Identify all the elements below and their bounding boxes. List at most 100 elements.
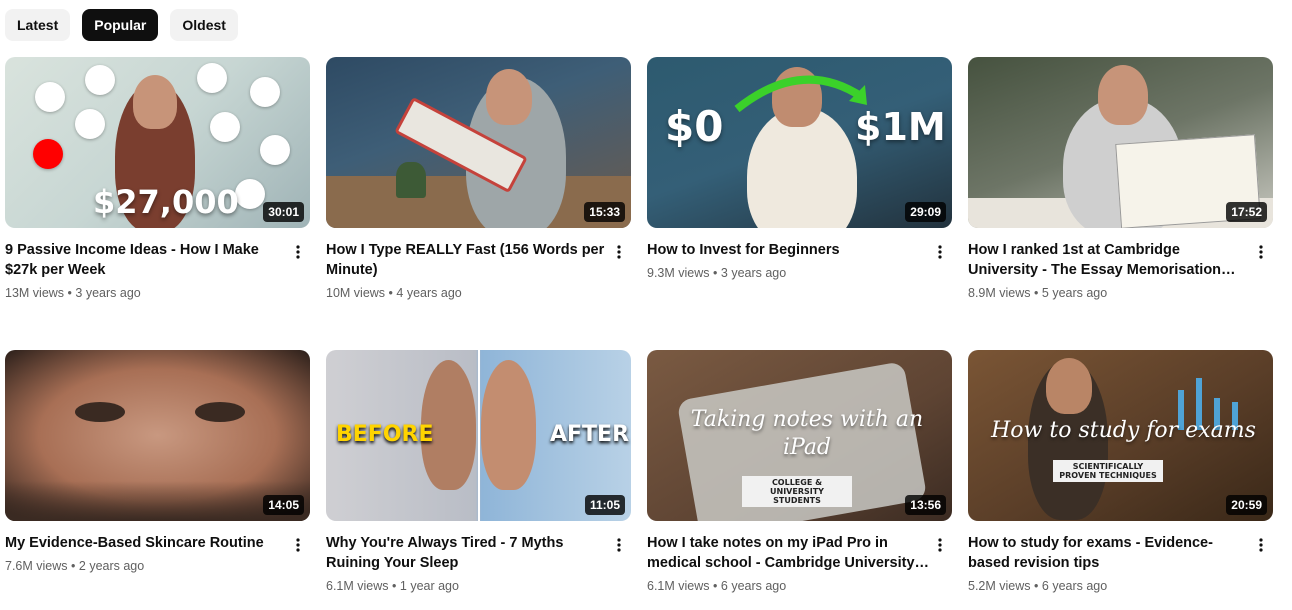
eye-image [195,402,245,422]
video-title[interactable]: 9 Passive Income Ideas - How I Make $27k… [5,240,290,280]
separator-dot: • [67,286,72,300]
separator-dot: • [713,266,718,280]
chip-oldest[interactable]: Oldest [170,9,238,41]
chip-popular[interactable]: Popular [82,9,159,41]
vertical-dots-icon [296,538,300,552]
vertical-dots-icon [1259,245,1263,259]
duration-badge: 14:05 [263,495,304,515]
upload-age: 3 years ago [75,286,141,300]
app-icon [35,82,65,112]
upload-age: 6 years ago [1041,579,1108,593]
video-card: 15:33 How I Type REALLY Fast (156 Words … [326,57,631,302]
vertical-dots-icon [938,245,942,259]
upload-age: 1 year ago [399,579,459,593]
video-card: $0 $1M 29:09 How to Invest for Beginners… [647,57,952,302]
video-card: BEFORE AFTER 11:05 Why You're Always Tir… [326,350,631,595]
person-face [1046,358,1092,414]
person-face [481,360,536,490]
split-divider [478,350,480,521]
video-thumbnail[interactable]: 15:33 [326,57,631,228]
video-stats: 10M views • 4 years ago [326,284,611,302]
video-thumbnail[interactable]: $0 $1M 29:09 [647,57,952,228]
duration-badge: 20:59 [1226,495,1267,515]
separator-dot: • [1034,579,1039,593]
video-title[interactable]: Why You're Always Tired - 7 Myths Ruinin… [326,533,611,573]
vertical-dots-icon [1259,538,1263,552]
video-thumbnail[interactable]: BEFORE AFTER 11:05 [326,350,631,521]
video-stats: 6.1M views • 6 years ago [647,577,932,595]
app-icon [85,65,115,95]
more-actions-button[interactable] [1249,240,1273,264]
video-card: Taking notes with an iPad COLLEGE & UNIV… [647,350,952,595]
vertical-dots-icon [296,245,300,259]
video-card: How to study for exams SCIENTIFICALLY PR… [968,350,1273,595]
view-count: 9.3M views [647,266,710,280]
duration-badge: 13:56 [905,495,946,515]
video-stats: 6.1M views • 1 year ago [326,577,611,595]
video-thumbnail[interactable]: Taking notes with an iPad COLLEGE & UNIV… [647,350,952,521]
upload-age: 5 years ago [1041,286,1108,300]
view-count: 13M views [5,286,65,300]
more-actions-button[interactable] [607,240,631,264]
thumbnail-text: $1M [855,105,946,149]
video-thumbnail[interactable]: $27,000 30:01 [5,57,310,228]
app-icon [75,109,105,139]
person-face [486,69,532,125]
duration-badge: 11:05 [584,495,625,515]
video-card: 17:52 How I ranked 1st at Cambridge Univ… [968,57,1273,302]
thumbnail-text: $0 [665,102,724,151]
vertical-dots-icon [617,245,621,259]
app-icon [197,63,227,93]
thumbnail-text: $27,000 [93,183,239,221]
upload-age: 4 years ago [396,286,462,300]
separator-dot: • [388,286,393,300]
video-title[interactable]: How I take notes on my iPad Pro in medic… [647,533,932,573]
person-face [133,75,177,129]
upload-age: 6 years ago [720,579,787,593]
view-count: 6.1M views [326,579,389,593]
video-title[interactable]: How I ranked 1st at Cambridge University… [968,240,1253,280]
duration-badge: 30:01 [263,202,304,222]
thumbnail-tag: SCIENTIFICALLY PROVEN TECHNIQUES [1053,460,1163,482]
vertical-dots-icon [617,538,621,552]
duration-badge: 29:09 [905,202,946,222]
view-count: 7.6M views [5,559,68,573]
more-actions-button[interactable] [607,533,631,557]
view-count: 8.9M views [968,286,1031,300]
view-count: 10M views [326,286,386,300]
video-grid: $27,000 30:01 9 Passive Income Ideas - H… [5,57,1273,595]
vertical-dots-icon [938,538,942,552]
video-title[interactable]: How I Type REALLY Fast (156 Words per Mi… [326,240,611,280]
separator-dot: • [71,559,76,573]
video-title[interactable]: How to study for exams - Evidence-based … [968,533,1253,573]
video-stats: 13M views • 3 years ago [5,284,290,302]
thumbnail-text: BEFORE [336,422,434,447]
thumbnail-text: AFTER [550,422,630,447]
video-thumbnail[interactable]: 17:52 [968,57,1273,228]
duration-badge: 15:33 [584,202,625,222]
chip-latest[interactable]: Latest [5,9,71,41]
video-title[interactable]: How to Invest for Beginners [647,240,932,260]
video-thumbnail[interactable]: 14:05 [5,350,310,521]
thumbnail-text: How to study for exams [991,418,1256,443]
view-count: 6.1M views [647,579,710,593]
video-stats: 7.6M views • 2 years ago [5,557,290,575]
upload-age: 3 years ago [720,266,787,280]
youtube-icon [33,139,63,169]
separator-dot: • [1034,286,1039,300]
more-actions-button[interactable] [1249,533,1273,557]
video-thumbnail[interactable]: How to study for exams SCIENTIFICALLY PR… [968,350,1273,521]
more-actions-button[interactable] [286,240,310,264]
app-icon [235,179,265,209]
video-title[interactable]: My Evidence-Based Skincare Routine [5,533,290,553]
more-actions-button[interactable] [928,240,952,264]
more-actions-button[interactable] [928,533,952,557]
more-actions-button[interactable] [286,533,310,557]
person-face [1098,65,1148,125]
view-count: 5.2M views [968,579,1031,593]
app-icon [250,77,280,107]
plant-image [396,162,426,198]
eye-image [75,402,125,422]
filter-chips: Latest Popular Oldest [5,9,238,41]
app-icon [210,112,240,142]
